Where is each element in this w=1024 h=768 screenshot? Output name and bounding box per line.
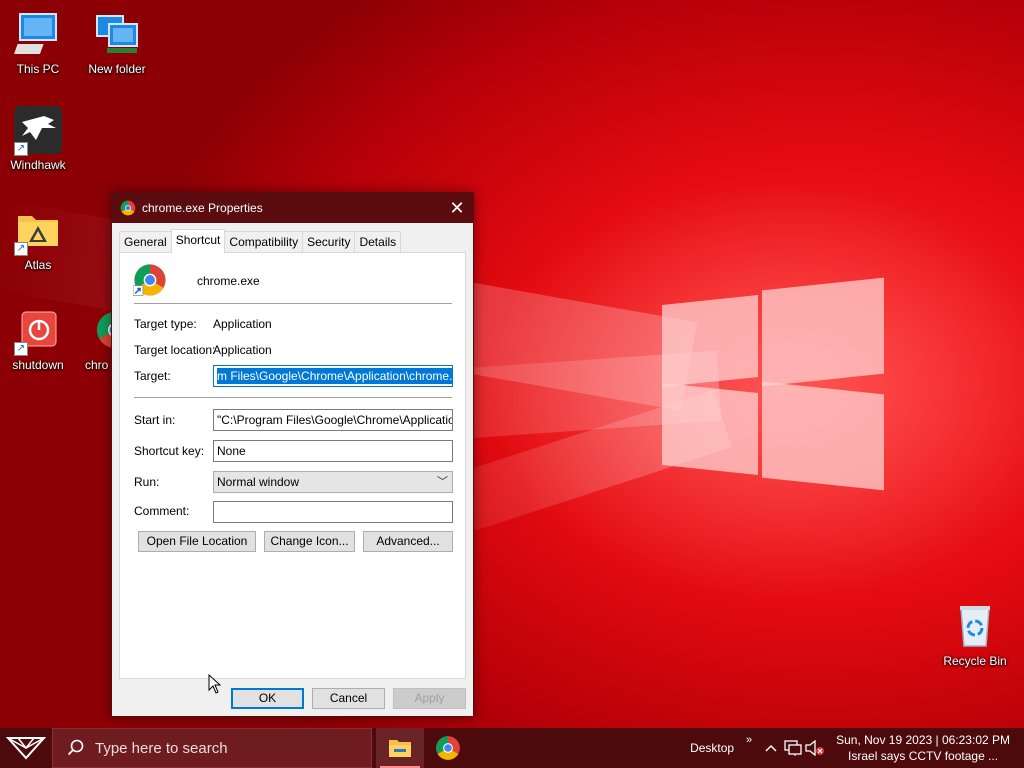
desktop-icon-this-pc[interactable]: This PC — [0, 10, 76, 76]
target-type-label: Target type: — [134, 317, 197, 331]
taskbar-clock[interactable]: Sun, Nov 19 2023 | 06:23:02 PM Israel sa… — [826, 732, 1024, 764]
desktop-icon-recycle-bin[interactable]: Recycle Bin — [937, 602, 1013, 668]
close-button[interactable]: ✕ — [441, 193, 473, 223]
properties-dialog: chrome.exe Properties ✕ General Shortcut… — [111, 192, 474, 717]
desktop-icon-shutdown[interactable]: ↗ shutdown — [0, 306, 76, 372]
separator — [134, 303, 452, 304]
network-computers-icon — [93, 10, 141, 58]
shortcut-arrow-icon: ↗ — [14, 142, 28, 156]
mouse-cursor-icon — [208, 674, 222, 694]
chrome-icon — [133, 264, 166, 296]
tab-shortcut[interactable]: Shortcut — [170, 229, 226, 253]
shortcut-arrow-icon: ↗ — [14, 242, 28, 256]
start-in-label: Start in: — [134, 413, 176, 427]
start-in-input[interactable]: "C:\Program Files\Google\Chrome\Applicat… — [213, 409, 453, 431]
windhawk-eagle-icon: ↗ — [14, 106, 62, 156]
windows-logo — [660, 270, 886, 500]
system-tray: Desktop » Sun, Nov 19 2023 | 06:23:02 PM… — [690, 728, 1024, 768]
toolbar-overflow-icon[interactable]: » — [738, 728, 760, 768]
target-input[interactable]: m Files\Google\Chrome\Application\chrome… — [213, 365, 453, 387]
chevron-up-icon[interactable] — [760, 728, 782, 768]
taskbar-file-explorer[interactable] — [376, 728, 424, 768]
folder-icon: ↗ — [14, 206, 62, 256]
comment-label: Comment: — [134, 504, 190, 518]
chrome-icon — [120, 200, 136, 216]
desktop-icon-atlas[interactable]: ↗ Atlas — [0, 206, 76, 272]
desktop-icon-windhawk[interactable]: ↗ Windhawk — [0, 106, 76, 172]
tab-compatibility[interactable]: Compatibility — [224, 231, 304, 253]
shortcut-key-label: Shortcut key: — [134, 444, 205, 458]
ok-button[interactable]: OK — [231, 688, 304, 709]
desktop-icon-new-folder[interactable]: New folder — [79, 10, 155, 76]
shortcut-key-input[interactable]: None — [213, 440, 453, 462]
dialog-titlebar[interactable]: chrome.exe Properties ✕ — [112, 193, 473, 223]
taskbar: Type here to search Desktop » Sun, Nov 1… — [0, 728, 1024, 768]
start-logo-icon — [6, 737, 46, 760]
clock-datetime: Sun, Nov 19 2023 | 06:23:02 PM — [836, 733, 1010, 747]
chevron-down-icon: ﹀ — [437, 476, 448, 488]
separator — [134, 397, 452, 398]
run-select[interactable]: Normal window ﹀ — [213, 471, 453, 493]
run-label: Run: — [134, 475, 160, 489]
search-icon — [67, 739, 84, 756]
apply-button[interactable]: Apply — [393, 688, 466, 709]
taskbar-search-box[interactable]: Type here to search — [52, 728, 372, 768]
cancel-button[interactable]: Cancel — [312, 688, 385, 709]
target-location-value: Application — [213, 343, 272, 357]
volume-muted-icon[interactable] — [804, 728, 826, 768]
shortcut-tab-panel: chrome.exe Target type: Application Targ… — [119, 252, 466, 679]
recycle-bin-icon — [951, 602, 999, 650]
target-location-label: Target location: — [134, 343, 216, 357]
open-file-location-button[interactable]: Open File Location — [138, 531, 256, 552]
file-explorer-icon — [389, 740, 411, 757]
tab-strip: General Shortcut Compatibility Security … — [119, 229, 402, 253]
tab-general[interactable]: General — [119, 231, 172, 253]
start-button[interactable] — [0, 728, 52, 768]
dialog-title: chrome.exe Properties — [142, 201, 263, 215]
desktop-toolbar-label[interactable]: Desktop — [690, 741, 734, 755]
tab-security[interactable]: Security — [302, 231, 356, 253]
clock-news-ticker: Israel says CCTV footage ... — [848, 749, 999, 763]
tab-details[interactable]: Details — [354, 231, 402, 253]
change-icon-button[interactable]: Change Icon... — [264, 531, 355, 552]
target-input-selection: m Files\Google\Chrome\Application\chrome… — [217, 368, 452, 384]
power-icon: ↗ — [14, 306, 62, 356]
shortcut-arrow-icon: ↗ — [14, 342, 28, 356]
taskbar-chrome[interactable] — [424, 728, 472, 768]
shortcut-name: chrome.exe — [197, 274, 260, 288]
computer-icon — [13, 10, 62, 58]
comment-input[interactable] — [213, 501, 453, 523]
network-icon[interactable] — [782, 728, 804, 768]
chrome-icon — [436, 736, 460, 760]
target-label: Target: — [134, 369, 171, 383]
target-type-value: Application — [213, 317, 272, 331]
advanced-button[interactable]: Advanced... — [363, 531, 453, 552]
close-icon: ✕ — [449, 197, 465, 218]
search-placeholder: Type here to search — [95, 739, 228, 757]
run-select-value: Normal window — [217, 475, 300, 489]
